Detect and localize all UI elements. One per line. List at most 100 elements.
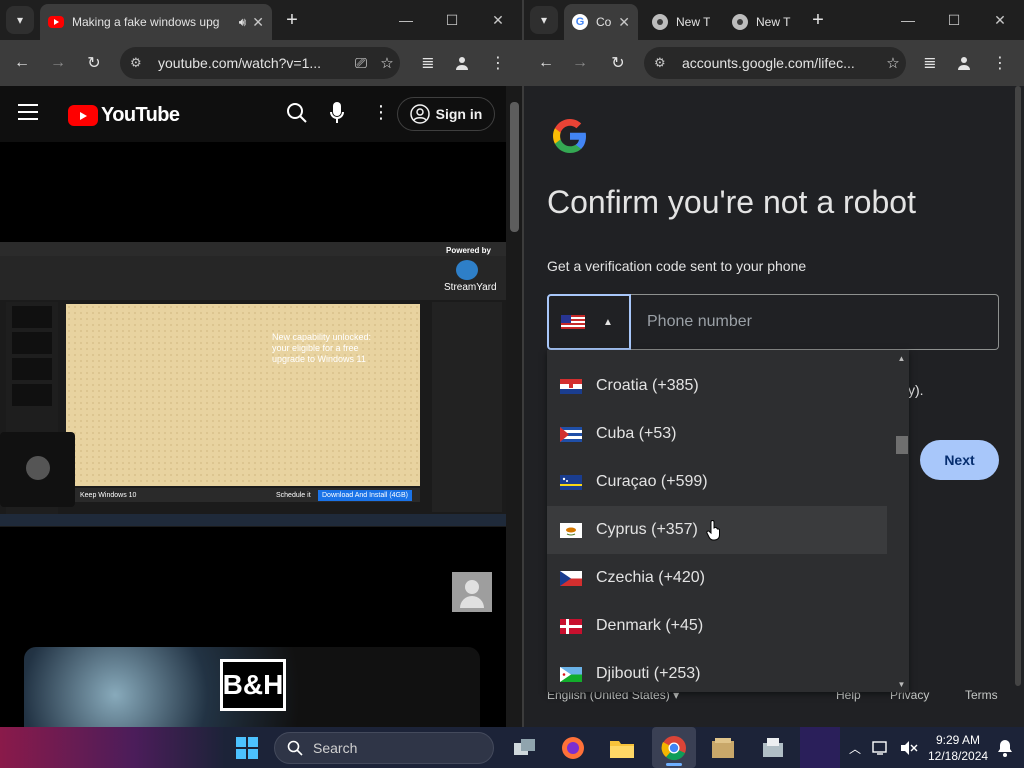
microphone-icon[interactable] (330, 102, 344, 129)
bookmark-star-icon[interactable]: ☆ (374, 54, 400, 72)
reload-button[interactable]: ↻ (604, 49, 632, 77)
taskbar-search-box[interactable]: Search (274, 732, 494, 764)
chrome-icon (732, 14, 748, 30)
dropdown-scroll-thumb[interactable] (896, 436, 908, 454)
reload-button[interactable]: ↻ (80, 49, 108, 77)
volume-muted-icon[interactable] (894, 733, 924, 763)
firefox-app[interactable] (558, 733, 588, 763)
country-option-curacao[interactable]: Curaçao (+599) (547, 458, 887, 506)
minimize-button[interactable]: — (392, 8, 420, 32)
chrome-app[interactable] (659, 733, 689, 763)
tab-new-2[interactable]: New T (724, 4, 804, 40)
arrow-left-icon: ← (14, 54, 30, 71)
country-dropdown-list[interactable]: Croatia (+385) Cuba (+53) Curaçao (+599)… (547, 350, 909, 692)
close-tab-icon[interactable]: ✕ (618, 14, 630, 31)
country-option-cuba[interactable]: Cuba (+53) (547, 410, 887, 458)
tab-search-button[interactable]: ▾ (6, 6, 34, 34)
sign-in-button[interactable]: Sign in (397, 97, 495, 131)
system-clock[interactable]: 9:29 AM 12/18/2024 (928, 732, 988, 764)
profile-button[interactable] (448, 49, 476, 77)
installer-icon (763, 738, 783, 757)
scroll-down-arrow-icon[interactable]: ▼ (894, 678, 909, 690)
media-control-button[interactable]: ≣ (916, 49, 944, 77)
close-window-button[interactable]: ✕ (484, 8, 512, 32)
bookmark-star-icon[interactable]: ☆ (880, 54, 906, 72)
scrollbar-thumb[interactable] (510, 102, 519, 232)
tab-label: New T (676, 15, 710, 29)
forward-button[interactable]: → (566, 49, 594, 77)
video-player[interactable]: Powered by StreamYard New capability unl… (0, 242, 506, 527)
country-option-croatia[interactable]: Croatia (+385) (547, 362, 887, 410)
menu-button[interactable]: ⋮ (986, 49, 1014, 77)
tab-new-1[interactable]: New T (644, 4, 718, 40)
ad-banner[interactable]: B&H (24, 647, 480, 727)
youtube-header: YouTube ⋮ Sign in (0, 86, 506, 142)
arrow-left-icon: ← (538, 54, 554, 71)
dropdown-scrollbar[interactable]: ▲ ▼ (894, 350, 909, 692)
profile-icon (456, 57, 468, 70)
youtube-play-icon (68, 105, 98, 126)
tab-google-active[interactable]: G Co ✕ (564, 4, 638, 40)
installer-app[interactable] (758, 733, 788, 763)
hamburger-menu-icon[interactable] (18, 104, 38, 120)
country-option-czechia[interactable]: Czechia (+420) (547, 554, 887, 602)
site-info-icon[interactable]: ⚙ (130, 55, 150, 71)
close-tab-icon[interactable]: ✕ (252, 14, 264, 31)
site-info-icon[interactable]: ⚙ (654, 55, 674, 71)
minimize-button[interactable]: — (894, 8, 922, 32)
task-view-button[interactable] (510, 733, 540, 763)
search-icon[interactable] (286, 102, 308, 129)
country-option-djibouti[interactable]: Djibouti (+253) (547, 650, 887, 692)
archive-app[interactable] (708, 733, 738, 763)
country-option-cyprus[interactable]: Cyprus (+357) (547, 506, 887, 554)
notification-bell-icon[interactable] (990, 733, 1020, 763)
desktop-wallpaper-strip (0, 727, 225, 768)
phone-number-input[interactable]: Phone number (631, 294, 999, 350)
page-scrollbar[interactable] (1012, 86, 1024, 727)
djibouti-flag-icon (560, 666, 582, 682)
media-control-button[interactable]: ≣ (414, 49, 442, 77)
windows-start-button[interactable] (232, 733, 262, 763)
forward-button[interactable]: → (44, 49, 72, 77)
next-button[interactable]: Next (920, 440, 999, 480)
shared-taskbar (0, 514, 506, 526)
url-text: accounts.google.com/lifec... (682, 55, 855, 71)
back-button[interactable]: ← (8, 49, 36, 77)
profile-button[interactable] (950, 49, 978, 77)
more-options-icon[interactable]: ⋮ (372, 102, 390, 123)
menu-button[interactable]: ⋮ (484, 49, 512, 77)
browser-toolbar: ← → ↻ ⚙ youtube.com/watch?v=1... ⎚ ☆ ≣ ⋮ (0, 40, 522, 86)
page-scrollbar[interactable] (506, 86, 522, 727)
country-option-denmark[interactable]: Denmark (+45) (547, 602, 887, 650)
scroll-up-arrow-icon[interactable]: ▲ (894, 352, 909, 364)
new-tab-button[interactable]: + (806, 8, 830, 32)
tab-search-button[interactable]: ▾ (530, 6, 558, 34)
browser-toolbar: ← → ↻ ⚙ accounts.google.com/lifec... ☆ ≣… (524, 40, 1024, 86)
address-bar[interactable]: ⚙ accounts.google.com/lifec... ☆ (644, 47, 906, 79)
new-tab-button[interactable]: + (280, 8, 304, 32)
maximize-button[interactable]: ☐ (940, 8, 968, 32)
country-code-select[interactable]: ▲ (547, 294, 631, 350)
scrollbar-thumb[interactable] (1015, 86, 1021, 686)
country-label: Denmark (+45) (596, 617, 704, 634)
file-explorer-app[interactable] (607, 733, 637, 763)
back-button[interactable]: ← (532, 49, 560, 77)
maximize-button[interactable]: ☐ (438, 8, 466, 32)
network-icon[interactable] (866, 733, 896, 763)
slide-text: New capability unlocked: your eligible f… (272, 332, 372, 364)
sign-in-label: Sign in (435, 106, 483, 122)
address-bar[interactable]: ⚙ youtube.com/watch?v=1... ⎚ ☆ (120, 47, 400, 79)
profile-icon (958, 57, 970, 70)
google-logo-icon (550, 116, 590, 161)
google-browser-window: ▾ G Co ✕ New T New T + — ☐ ✕ ← → ↻ ⚙ acc… (524, 0, 1024, 727)
youtube-logo[interactable]: YouTube (68, 104, 180, 127)
channel-avatar[interactable] (452, 572, 492, 612)
youtube-icon (48, 16, 64, 28)
shared-screen-ribbon (0, 256, 506, 300)
video-area[interactable]: Powered by StreamYard New capability unl… (0, 142, 506, 727)
speaker-icon[interactable]: 🔊︎ (239, 15, 247, 30)
terms-link[interactable]: Terms (965, 688, 998, 702)
install-app-icon[interactable]: ⎚ (348, 55, 374, 72)
tab-youtube[interactable]: Making a fake windows upg 🔊︎ ✕ (40, 4, 272, 40)
close-window-button[interactable]: ✕ (986, 8, 1014, 32)
